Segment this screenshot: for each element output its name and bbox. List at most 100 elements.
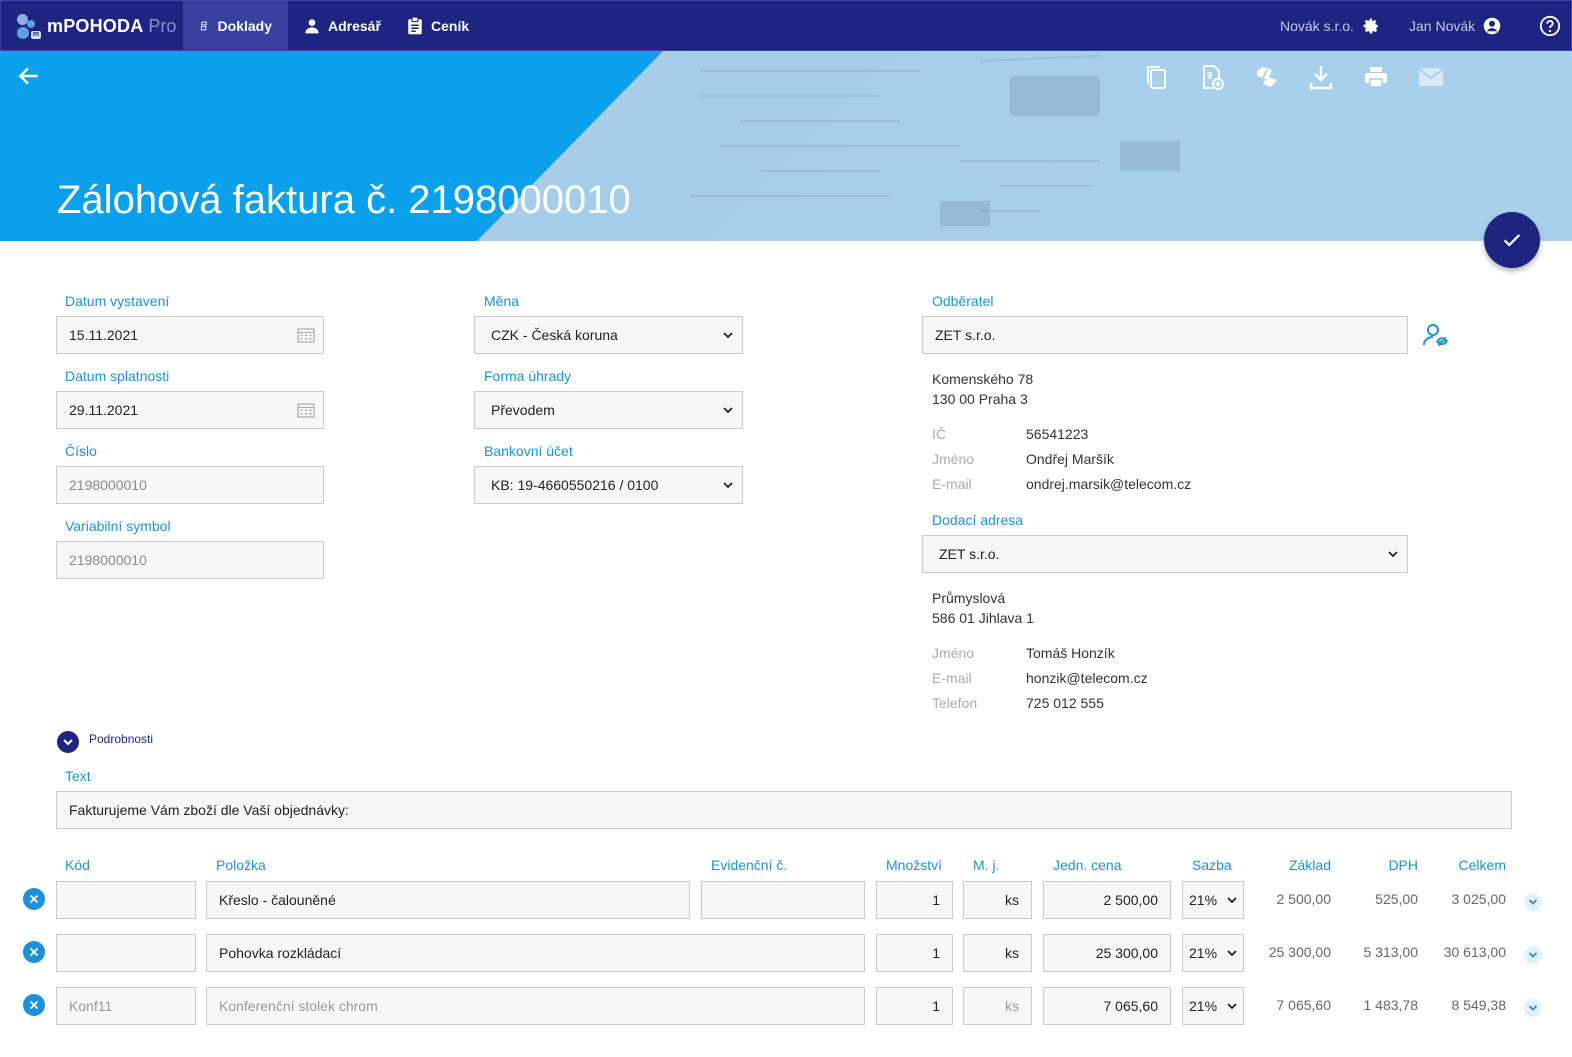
email-button[interactable] <box>1417 63 1445 91</box>
remove-row-button[interactable] <box>23 941 45 963</box>
tab-doklady-label: Doklady <box>217 18 272 34</box>
cislo-field[interactable]: 2198000010 <box>56 466 324 504</box>
pohoda-logo-icon: m <box>15 13 41 39</box>
row1-expand-button[interactable] <box>1524 893 1542 911</box>
datum-splatnosti-field[interactable]: 29.11.2021 <box>56 391 324 429</box>
user-menu[interactable]: Jan Novák <box>1409 1 1501 51</box>
odberatel-field[interactable]: ZET s.r.o. <box>922 316 1408 354</box>
mena-select[interactable]: CZK - Česká koruna <box>474 316 743 354</box>
user-name: Jan Novák <box>1409 18 1476 34</box>
remove-row-button[interactable] <box>23 994 45 1016</box>
datum-splatnosti-value: 29.11.2021 <box>69 402 139 418</box>
row3-expand-button[interactable] <box>1524 999 1542 1017</box>
datum-vystaveni-field[interactable]: 15.11.2021 <box>56 316 324 354</box>
row1-kod-input[interactable] <box>56 881 196 919</box>
calendar-icon[interactable] <box>297 402 315 418</box>
row2-mj-input[interactable]: ks <box>963 934 1032 972</box>
calendar-icon[interactable] <box>297 327 315 343</box>
row2-sazba-select[interactable]: 21% <box>1182 934 1244 972</box>
brand-name: mPOHODA <box>47 15 144 36</box>
chevron-down-icon <box>1227 897 1237 904</box>
row1-evidencni-input[interactable] <box>701 881 865 919</box>
dodaci-telefon-label: Telefon <box>932 695 978 711</box>
odberatel-ic-label: IČ <box>932 426 946 442</box>
save-button[interactable] <box>1484 212 1540 268</box>
download-button[interactable] <box>1307 63 1335 91</box>
bankovni-ucet-select[interactable]: KB: 19-4660550216 / 0100 <box>474 466 743 504</box>
row1-mj-input[interactable]: ks <box>963 881 1032 919</box>
clipboard-icon <box>408 17 422 35</box>
text-field[interactable]: Fakturujeme Vám zboží dle Vaší objednávk… <box>56 791 1512 829</box>
tab-doklady[interactable]: Doklady <box>183 1 288 51</box>
details-toggle-button[interactable] <box>57 731 79 753</box>
chevron-down-icon <box>1388 551 1398 558</box>
col-sazba: Sazba <box>1192 857 1232 873</box>
change-customer-button[interactable] <box>1423 323 1449 354</box>
row1-sazba-select[interactable]: 21% <box>1182 881 1244 919</box>
datum-vystaveni-label: Datum vystavení <box>65 293 170 309</box>
details-label[interactable]: Podrobnosti <box>89 732 153 746</box>
forma-uhrady-select[interactable]: Převodem <box>474 391 743 429</box>
chevron-down-icon <box>1528 899 1538 905</box>
copy-button[interactable] <box>1142 63 1170 91</box>
row3-sazba-select[interactable]: 21% <box>1182 987 1244 1025</box>
row3-cena-value: 7 065,60 <box>1103 998 1159 1014</box>
dodaci-email-label: E-mail <box>932 670 972 686</box>
top-navbar: m mPOHODA Pro Doklady Adresář Ceník Nová… <box>0 0 1572 51</box>
row2-kod-input[interactable] <box>56 934 196 972</box>
row2-polozka-input[interactable]: Pohovka rozkládací <box>206 934 865 972</box>
tab-cenik[interactable]: Ceník <box>391 1 485 51</box>
variabilni-symbol-value: 2198000010 <box>69 552 147 568</box>
text-label: Text <box>65 768 91 784</box>
row2-cena-input[interactable]: 25 300,00 <box>1043 934 1171 972</box>
close-icon <box>29 947 39 957</box>
row1-cena-input[interactable]: 2 500,00 <box>1043 881 1171 919</box>
row2-zaklad: 25 300,00 <box>1268 944 1331 960</box>
remove-row-button[interactable] <box>23 888 45 910</box>
tab-adresar[interactable]: Adresář <box>288 1 397 51</box>
company-switcher[interactable]: Novák s.r.o. <box>1280 1 1380 51</box>
cislo-label: Číslo <box>65 443 97 459</box>
dodaci-adresa-select[interactable]: ZET s.r.o. <box>922 535 1408 573</box>
row1-sazba-value: 21% <box>1189 892 1218 908</box>
email-icon <box>1418 68 1444 86</box>
odberatel-email-label: E-mail <box>932 476 972 492</box>
row1-zaklad: 2 500,00 <box>1276 891 1332 907</box>
mena-value: CZK - Česká koruna <box>491 327 618 343</box>
variabilni-symbol-field[interactable]: 2198000010 <box>56 541 324 579</box>
row3-mnozstvi-input[interactable]: 1 <box>876 987 953 1025</box>
row2-sazba-value: 21% <box>1189 945 1218 961</box>
col-mnozstvi: Množství <box>886 857 943 873</box>
brand-logo[interactable]: m mPOHODA Pro <box>15 11 176 41</box>
odberatel-ic-value: 56541223 <box>1026 426 1089 442</box>
copy-icon <box>1147 66 1166 89</box>
row3-cena-input[interactable]: 7 065,60 <box>1043 987 1171 1025</box>
row3-kod-input[interactable]: Konf11 <box>56 987 196 1025</box>
row3-mnozstvi-value: 1 <box>932 998 940 1014</box>
row1-dph: 525,00 <box>1375 891 1418 907</box>
new-document-button[interactable] <box>1198 63 1226 91</box>
row3-polozka-input[interactable]: Konferenční stolek chrom <box>206 987 865 1025</box>
row3-kod-value: Konf11 <box>69 998 113 1014</box>
row1-polozka-input[interactable]: Křeslo - čalouněné <box>206 881 690 919</box>
dodaci-jmeno-label: Jméno <box>932 645 975 661</box>
help-button[interactable] <box>1531 1 1561 51</box>
back-button[interactable] <box>16 63 42 89</box>
brand-suffix: Pro <box>148 15 177 36</box>
row2-expand-button[interactable] <box>1524 946 1542 964</box>
print-button[interactable] <box>1362 63 1390 91</box>
convert-button[interactable] <box>1253 63 1281 91</box>
variabilni-symbol-label: Variabilní symbol <box>65 518 171 534</box>
row3-dph: 1 483,78 <box>1363 997 1419 1013</box>
chevron-down-icon <box>723 332 733 339</box>
row3-mj-input[interactable]: ks <box>963 987 1032 1025</box>
row2-mj-value: ks <box>1005 945 1019 961</box>
col-zaklad: Základ <box>1288 857 1331 873</box>
row2-mnozstvi-input[interactable]: 1 <box>876 934 953 972</box>
chevron-down-icon <box>1227 950 1237 957</box>
odberatel-city: 130 00 Praha 3 <box>932 391 1028 407</box>
row2-mnozstvi-value: 1 <box>932 945 940 961</box>
chevron-down-icon <box>723 482 733 489</box>
row1-mnozstvi-input[interactable]: 1 <box>876 881 953 919</box>
mena-label: Měna <box>484 293 520 309</box>
